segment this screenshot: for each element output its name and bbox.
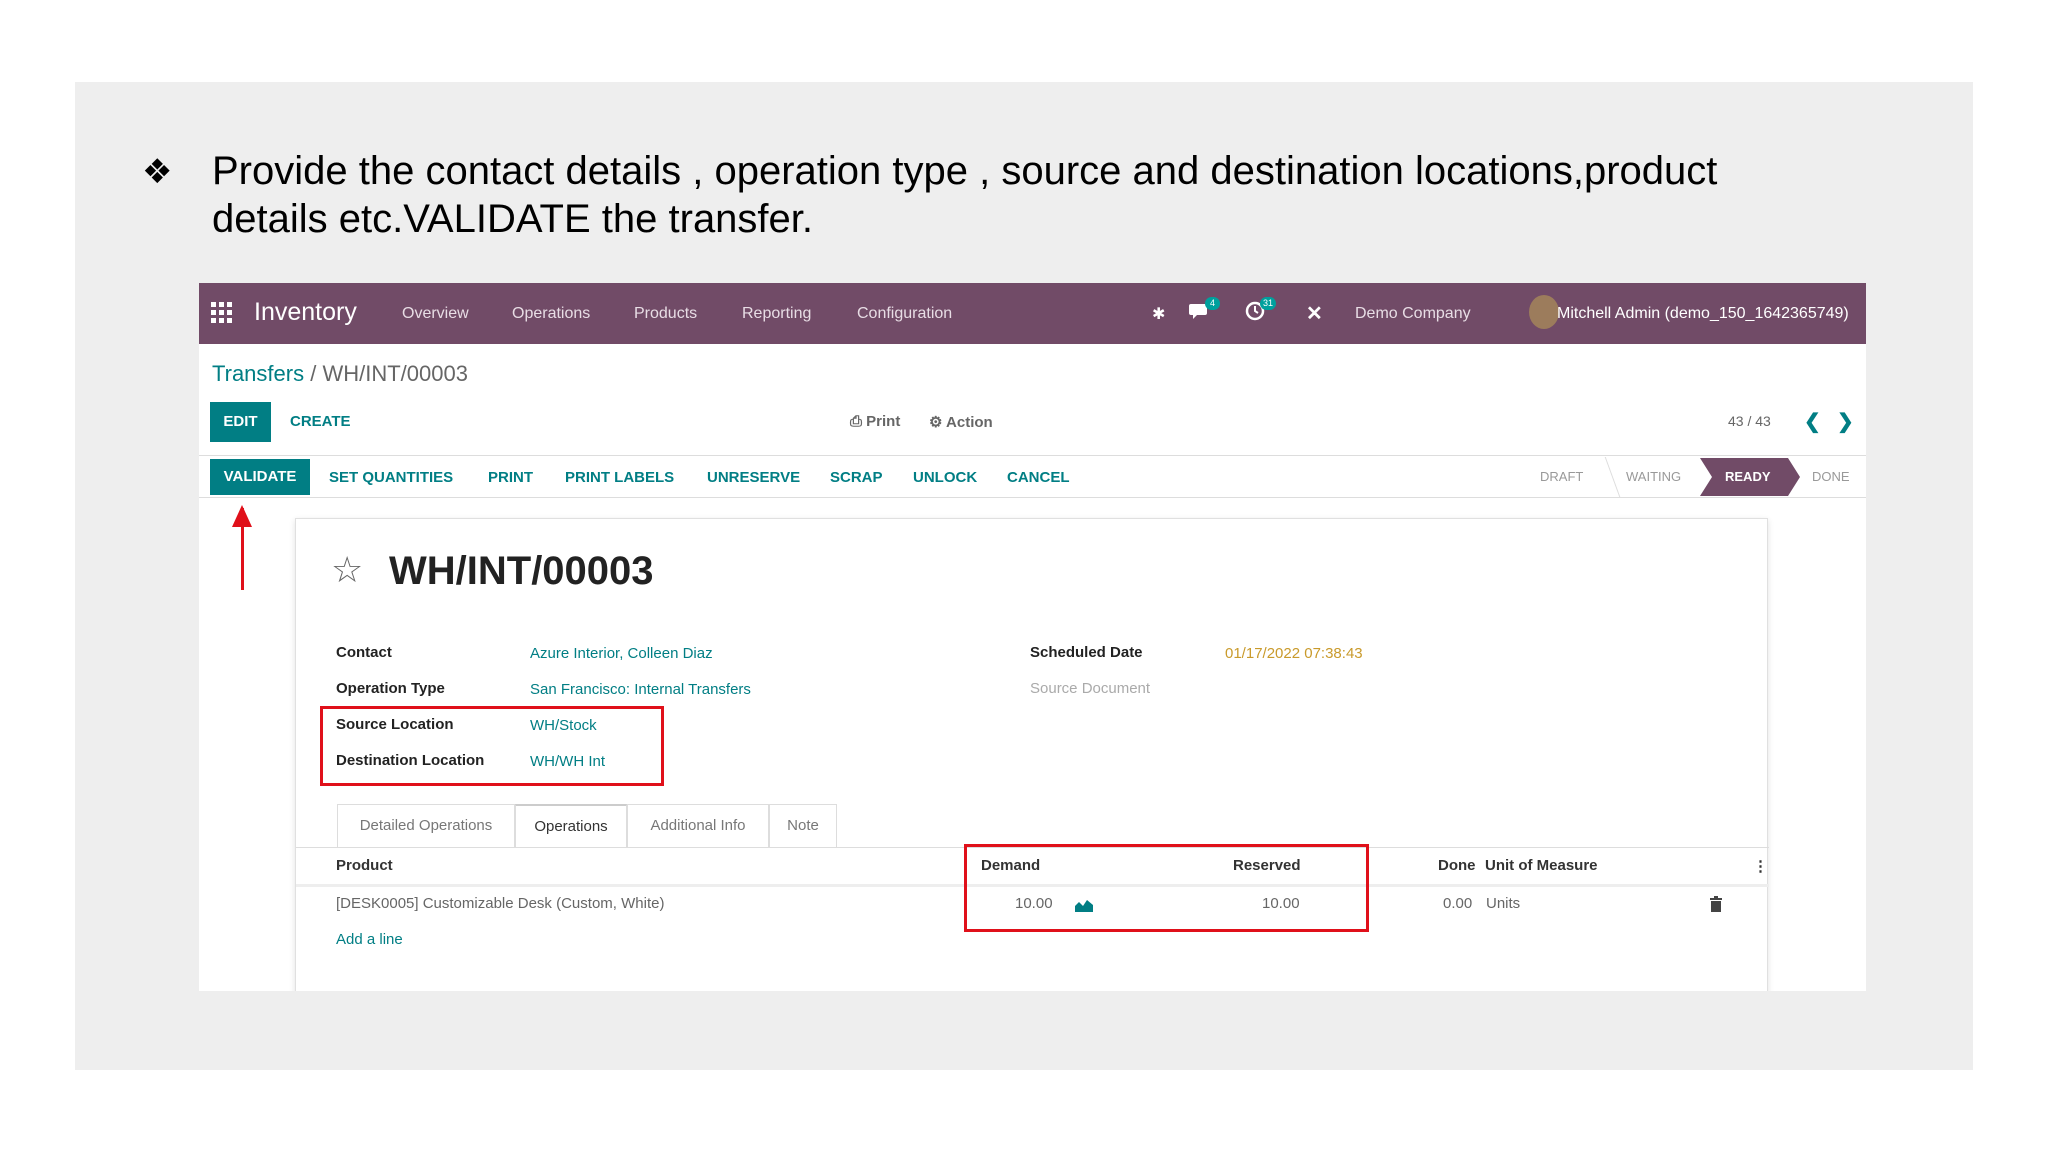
top-navbar: Inventory Overview Operations Products R… bbox=[199, 283, 1866, 344]
stage-draft[interactable]: DRAFT bbox=[1540, 469, 1583, 484]
print-labels-button[interactable]: PRINT LABELS bbox=[565, 469, 674, 486]
set-quantities-button[interactable]: SET QUANTITIES bbox=[329, 469, 453, 486]
pager-value[interactable]: 43 / 43 bbox=[1728, 413, 1771, 429]
stage-waiting[interactable]: WAITING bbox=[1626, 469, 1681, 484]
contact-label: Contact bbox=[336, 644, 392, 661]
tools-icon[interactable]: ✕ bbox=[1306, 301, 1323, 326]
highlight-demand-reserved-box bbox=[964, 844, 1369, 932]
tab-operations[interactable]: Operations bbox=[515, 804, 627, 848]
breadcrumb-transfers[interactable]: Transfers bbox=[212, 361, 304, 386]
menu-products[interactable]: Products bbox=[634, 305, 697, 323]
app-name[interactable]: Inventory bbox=[254, 298, 357, 327]
action-dropdown[interactable]: ⚙ Action bbox=[929, 413, 993, 431]
record-title: WH/INT/00003 bbox=[389, 549, 654, 593]
unreserve-button[interactable]: UNRESERVE bbox=[707, 469, 800, 486]
company-switcher[interactable]: Demo Company bbox=[1355, 305, 1471, 323]
source-document-field[interactable]: Source Document bbox=[1030, 680, 1150, 697]
operation-type-value[interactable]: San Francisco: Internal Transfers bbox=[530, 681, 751, 698]
stage-done[interactable]: DONE bbox=[1812, 469, 1850, 484]
stage-ready[interactable]: READY bbox=[1700, 458, 1800, 496]
unlock-button[interactable]: UNLOCK bbox=[913, 469, 977, 486]
validate-button[interactable]: VALIDATE bbox=[210, 459, 310, 495]
breadcrumb-separator: / bbox=[304, 361, 323, 386]
column-product[interactable]: Product bbox=[336, 857, 393, 874]
edit-button[interactable]: EDIT bbox=[210, 402, 271, 442]
menu-overview[interactable]: Overview bbox=[402, 305, 469, 323]
highlight-locations-box bbox=[320, 706, 664, 786]
print-button[interactable]: PRINT bbox=[488, 469, 533, 486]
print-dropdown[interactable]: ⎙ Print bbox=[850, 413, 900, 430]
add-line-link[interactable]: Add a line bbox=[336, 931, 403, 948]
optional-columns-icon[interactable]: ⋮ bbox=[1753, 857, 1768, 875]
menu-configuration[interactable]: Configuration bbox=[857, 305, 952, 323]
form-sheet: ☆ WH/INT/00003 Contact Azure Interior, C… bbox=[295, 518, 1769, 991]
column-unit-of-measure[interactable]: Unit of Measure bbox=[1485, 857, 1598, 874]
activity-badge: 31 bbox=[1260, 297, 1277, 310]
trash-icon[interactable] bbox=[1709, 896, 1723, 917]
create-button[interactable]: CREATE bbox=[290, 413, 351, 430]
row-done[interactable]: 0.00 bbox=[1443, 895, 1472, 912]
annotation-arrow bbox=[241, 508, 244, 590]
breadcrumb-current: WH/INT/00003 bbox=[322, 361, 468, 386]
column-done[interactable]: Done bbox=[1438, 857, 1476, 874]
scheduled-date-label: Scheduled Date bbox=[1030, 644, 1143, 661]
apps-menu-icon[interactable] bbox=[211, 302, 233, 324]
favorite-star-icon[interactable]: ☆ bbox=[331, 549, 363, 591]
pager-next-button[interactable]: ❯ bbox=[1837, 409, 1854, 434]
scheduled-date-value[interactable]: 01/17/2022 07:38:43 bbox=[1225, 645, 1363, 662]
bullet-icon: ❖ bbox=[142, 152, 173, 192]
bug-icon[interactable]: ✱ bbox=[1152, 304, 1165, 324]
cancel-button[interactable]: CANCEL bbox=[1007, 469, 1070, 486]
tab-additional-info[interactable]: Additional Info bbox=[627, 804, 769, 848]
row-product[interactable]: [DESK0005] Customizable Desk (Custom, Wh… bbox=[336, 895, 664, 912]
instruction-text: Provide the contact details , operation … bbox=[212, 149, 1718, 241]
tab-note[interactable]: Note bbox=[769, 804, 837, 848]
chat-badge: 4 bbox=[1205, 297, 1220, 310]
operation-type-label: Operation Type bbox=[336, 680, 445, 697]
menu-operations[interactable]: Operations bbox=[512, 305, 590, 323]
menu-reporting[interactable]: Reporting bbox=[742, 305, 811, 323]
row-uom[interactable]: Units bbox=[1486, 895, 1520, 912]
tab-detailed-operations[interactable]: Detailed Operations bbox=[337, 804, 515, 848]
breadcrumb: Transfers / WH/INT/00003 bbox=[212, 361, 468, 387]
contact-value[interactable]: Azure Interior, Colleen Diaz bbox=[530, 645, 713, 662]
user-menu[interactable]: Mitchell Admin (demo_150_1642365749) bbox=[1557, 305, 1849, 323]
user-avatar[interactable] bbox=[1529, 295, 1559, 329]
pager-previous-button[interactable]: ❮ bbox=[1804, 409, 1821, 434]
screenshot-inventory: Inventory Overview Operations Products R… bbox=[199, 283, 1866, 991]
scrap-button[interactable]: SCRAP bbox=[830, 469, 883, 486]
